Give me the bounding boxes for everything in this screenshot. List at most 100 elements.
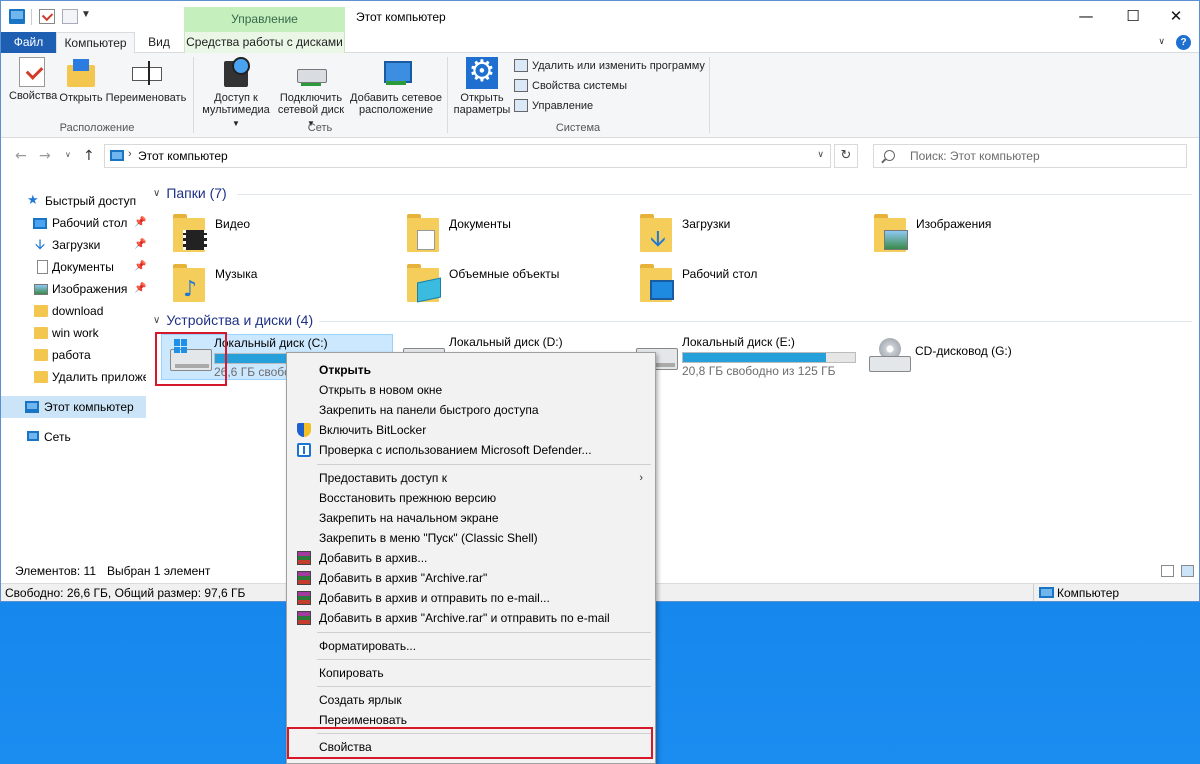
map-network-drive-button[interactable]: Подключить сетевой диск ▼ <box>274 57 348 130</box>
menu-item-pin-start[interactable]: Закрепить на начальном экране <box>289 508 653 528</box>
menu-item-label: Предоставить доступ к <box>319 471 447 485</box>
tab-drive-tools[interactable]: Средства работы с дисками <box>184 32 345 53</box>
menu-item-restore-version[interactable]: Восстановить прежнюю версию <box>289 488 653 508</box>
pin-icon[interactable]: 📌 <box>134 234 146 256</box>
properties-button[interactable]: Свойства <box>9 57 57 102</box>
folders-section-header[interactable]: ∨ Папки (7) <box>153 185 227 201</box>
netdrive-line2: сетевой диск <box>277 104 345 116</box>
netdrive-line1: Подключить <box>279 92 343 104</box>
folder-tile-video[interactable]: Видео <box>163 210 388 256</box>
menu-item-open[interactable]: Открыть <box>289 360 653 380</box>
folder-tile-documents[interactable]: Документы <box>397 210 622 256</box>
group-label-system: Система <box>555 122 601 134</box>
up-arrow-icon[interactable]: ↑ <box>83 148 95 164</box>
open-settings-button[interactable]: Открыть параметры <box>452 55 512 116</box>
folder-tile-music[interactable]: ♪ Музыка <box>163 260 388 306</box>
media-access-button[interactable]: Доступ к мультимедиа ▼ <box>198 57 274 130</box>
sidebar-item-rabota[interactable]: работа <box>1 344 146 366</box>
folder-tile-3d-objects[interactable]: Объемные объекты <box>397 260 622 306</box>
tab-view[interactable]: Вид <box>135 32 183 53</box>
sidebar-item-desktop[interactable]: Рабочий стол 📌 <box>1 212 146 234</box>
close-button[interactable]: ✕ <box>1153 1 1199 32</box>
menu-item-create-shortcut[interactable]: Создать ярлык <box>289 690 653 710</box>
back-arrow-icon[interactable]: ← <box>15 148 27 164</box>
sidebar-item-quick-access[interactable]: ★ Быстрый доступ <box>1 190 146 212</box>
sidebar-item-label: Загрузки <box>52 238 101 252</box>
computer-management-icon <box>514 99 528 112</box>
system-properties-button[interactable]: Свойства системы <box>514 78 627 96</box>
uninstall-program-button[interactable]: Удалить или изменить программу <box>514 58 705 76</box>
folder-tile-pictures[interactable]: Изображения <box>864 210 1089 256</box>
network-drive-icon <box>295 57 327 89</box>
sidebar-item-download[interactable]: download <box>1 300 146 322</box>
search-icon <box>884 150 895 161</box>
qat-dropdown-icon[interactable]: ▼ <box>81 9 91 24</box>
sidebar-item-this-pc[interactable]: Этот компьютер <box>1 396 146 418</box>
chevron-down-icon[interactable]: ∨ <box>817 149 824 160</box>
pin-icon[interactable]: 📌 <box>134 212 146 234</box>
selected-count: Выбран 1 элемент <box>107 564 211 578</box>
menu-item-pin-quick-access[interactable]: Закрепить на панели быстрого доступа <box>289 400 653 420</box>
menu-item-rar-email-named[interactable]: Добавить в архив "Archive.rar" и отправи… <box>289 608 653 628</box>
netloc-line2: расположение <box>359 104 433 116</box>
folder-tile-desktop[interactable]: Рабочий стол <box>630 260 855 306</box>
menu-item-label: Добавить в архив "Archive.rar" и отправи… <box>319 611 610 625</box>
forward-arrow-icon[interactable]: → <box>39 148 51 164</box>
tab-file[interactable]: Файл <box>1 32 56 53</box>
tiles-view-icon[interactable] <box>1181 565 1194 577</box>
refresh-button[interactable]: ↻ <box>834 144 858 168</box>
menu-item-pin-classic-shell[interactable]: Закрепить в меню "Пуск" (Classic Shell) <box>289 528 653 548</box>
folder-label: Рабочий стол <box>682 267 758 281</box>
sidebar-item-documents[interactable]: Документы 📌 <box>1 256 146 278</box>
sidebar-item-pictures[interactable]: Изображения 📌 <box>1 278 146 300</box>
address-bar[interactable]: › Этот компьютер ∨ <box>104 144 831 168</box>
search-input[interactable]: Поиск: Этот компьютер <box>873 144 1187 168</box>
help-icon[interactable]: ? <box>1176 35 1191 50</box>
tab-computer[interactable]: Компьютер <box>56 32 135 54</box>
details-view-icon[interactable] <box>1161 565 1174 577</box>
music-note-icon: ♪ <box>183 277 198 302</box>
pin-icon[interactable]: 📌 <box>134 278 146 300</box>
sidebar-item-downloads[interactable]: 🡫 Загрузки 📌 <box>1 234 146 256</box>
menu-item-format[interactable]: Форматировать... <box>289 636 653 656</box>
breadcrumb-chevron-icon[interactable]: › <box>128 148 132 160</box>
sidebar-item-uninstall[interactable]: Удалить приложен <box>1 366 146 388</box>
breadcrumb[interactable]: Этот компьютер <box>138 149 228 163</box>
rename-button[interactable]: Переименовать <box>105 57 187 104</box>
drive-label: Локальный диск (E:) <box>682 335 795 349</box>
properties-icon[interactable] <box>39 9 55 24</box>
media-line2: мультимедиа <box>202 104 270 116</box>
menu-item-open-new-window[interactable]: Открыть в новом окне <box>289 380 653 400</box>
zone-label: Компьютер <box>1057 586 1120 600</box>
sidebar-item-win-work[interactable]: win work <box>1 322 146 344</box>
drives-section-header[interactable]: ∨ Устройства и диски (4) <box>153 312 313 328</box>
chevron-down-icon[interactable]: ∨ <box>1158 36 1165 47</box>
menu-item-rar-add-named[interactable]: Добавить в архив "Archive.rar" <box>289 568 653 588</box>
download-arrow-icon: 🡫 <box>650 227 666 252</box>
menu-item-share[interactable]: Предоставить доступ к › <box>289 468 653 488</box>
drive-usage-bar <box>682 352 856 363</box>
sidebar-item-network[interactable]: Сеть <box>1 426 146 448</box>
minimize-button[interactable]: — <box>1063 1 1109 32</box>
menu-item-rar-add[interactable]: Добавить в архив... <box>289 548 653 568</box>
menu-item-rar-email[interactable]: Добавить в архив и отправить по e-mail..… <box>289 588 653 608</box>
menu-item-bitlocker[interactable]: Включить BitLocker <box>289 420 653 440</box>
netloc-line1: Добавить сетевое <box>350 92 442 104</box>
drive-tile-g[interactable]: CD-дисковод (G:) <box>861 334 1093 380</box>
computer-icon[interactable] <box>9 9 25 24</box>
menu-item-copy[interactable]: Копировать <box>289 663 653 683</box>
pin-icon[interactable]: 📌 <box>134 256 146 278</box>
folder-label: Загрузки <box>682 217 731 231</box>
add-network-location-button[interactable]: Добавить сетевое расположение <box>350 57 442 116</box>
menu-item-defender-scan[interactable]: Проверка с использованием Microsoft Defe… <box>289 440 653 460</box>
open-button[interactable]: Открыть <box>59 57 103 104</box>
new-folder-icon[interactable] <box>62 9 78 24</box>
maximize-button[interactable]: ☐ <box>1110 1 1156 32</box>
folder-tile-downloads[interactable]: 🡫 Загрузки <box>630 210 855 256</box>
system-properties-icon <box>514 79 528 92</box>
picture-icon <box>34 284 48 295</box>
manage-button[interactable]: Управление <box>514 98 593 116</box>
recent-dropdown-icon[interactable]: ∨ <box>65 150 71 159</box>
windows-logo-icon <box>174 339 188 353</box>
drive-tile-e[interactable]: Локальный диск (E:) 20,8 ГБ свободно из … <box>628 334 860 380</box>
